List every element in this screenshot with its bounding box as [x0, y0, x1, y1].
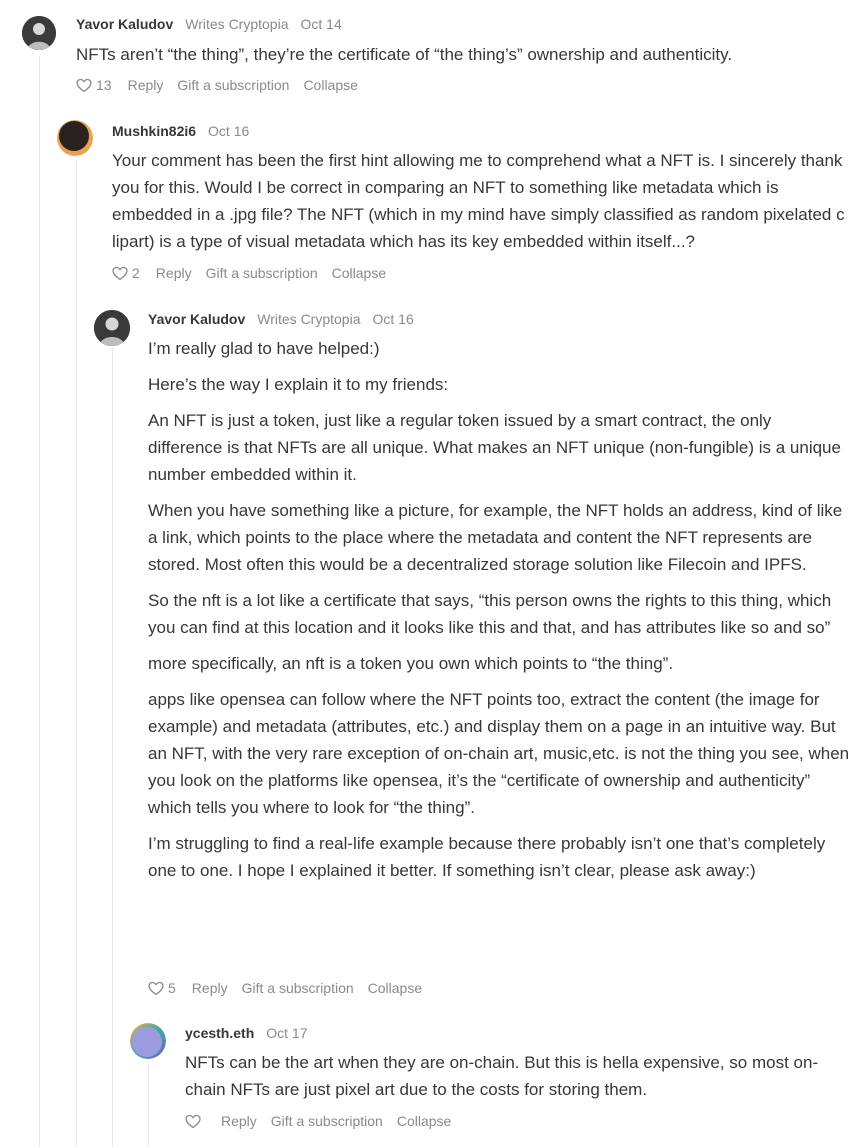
- gift-subscription-button[interactable]: Gift a subscription: [177, 77, 289, 93]
- comment-actions: 13 Reply Gift a subscription Collapse: [76, 77, 372, 93]
- like-button[interactable]: 2: [112, 265, 140, 281]
- like-count: 2: [132, 265, 140, 281]
- gift-subscription-button[interactable]: Gift a subscription: [206, 265, 318, 281]
- heart-icon: [76, 78, 92, 92]
- like-count: 5: [168, 980, 176, 996]
- comment-paragraph: I’m struggling to find a real-life examp…: [148, 834, 826, 880]
- heart-icon: [112, 266, 128, 280]
- comment-paragraph: Here’s the way I explain it to my friend…: [148, 375, 449, 394]
- avatar[interactable]: [57, 120, 93, 156]
- comment-paragraph: NFTs aren’t “the thing”, they’re the cer…: [76, 45, 733, 64]
- reply-button[interactable]: Reply: [192, 980, 228, 996]
- comment-date[interactable]: Oct 16: [208, 123, 249, 139]
- comment-paragraph: NFTs can be the art when they are on-cha…: [185, 1053, 819, 1099]
- comment-body: NFTs aren’t “the thing”, they’re the cer…: [76, 41, 856, 77]
- author-publication[interactable]: Writes Cryptopia: [185, 16, 288, 32]
- comment-actions: Reply Gift a subscription Collapse: [185, 1113, 465, 1129]
- author-name[interactable]: Yavor Kaludov: [76, 16, 173, 32]
- avatar[interactable]: [130, 1023, 166, 1059]
- collapse-button[interactable]: Collapse: [303, 77, 357, 93]
- like-button[interactable]: 5: [148, 980, 176, 996]
- collapse-button[interactable]: Collapse: [332, 265, 386, 281]
- comment-paragraph: Your comment has been the first hint all…: [112, 151, 845, 251]
- author-name[interactable]: Mushkin82i6: [112, 123, 196, 139]
- person-avatar-icon: [22, 16, 56, 50]
- comment-date[interactable]: Oct 17: [266, 1025, 307, 1041]
- purple-gradient-avatar-icon: [130, 1023, 166, 1059]
- gift-subscription-button[interactable]: Gift a subscription: [271, 1113, 383, 1129]
- thread-line: [112, 348, 113, 1147]
- collapse-button[interactable]: Collapse: [397, 1113, 451, 1129]
- person-avatar-icon: [94, 310, 130, 346]
- reply-button[interactable]: Reply: [156, 265, 192, 281]
- comment-actions: 5 Reply Gift a subscription Collapse: [148, 980, 436, 996]
- like-button[interactable]: [185, 1114, 205, 1129]
- author-name[interactable]: Yavor Kaludov: [148, 311, 245, 327]
- like-button[interactable]: 13: [76, 77, 112, 93]
- thread-line: [39, 56, 40, 1147]
- comment-date[interactable]: Oct 16: [372, 311, 413, 327]
- author-name[interactable]: ycesth.eth: [185, 1025, 254, 1041]
- gift-subscription-button[interactable]: Gift a subscription: [242, 980, 354, 996]
- avatar[interactable]: [22, 16, 56, 50]
- heart-icon: [185, 1114, 201, 1128]
- comment-paragraph: apps like opensea can follow where the N…: [148, 690, 850, 817]
- thread-line: [76, 160, 77, 1147]
- reply-button[interactable]: Reply: [128, 77, 164, 93]
- thread-line: [148, 1062, 149, 1147]
- like-count: 13: [96, 77, 112, 93]
- heart-icon: [148, 981, 164, 995]
- comment-body: I’m really glad to have helped:) Here’s …: [148, 335, 850, 893]
- comment-paragraph: When you have something like a picture, …: [148, 501, 843, 574]
- reply-button[interactable]: Reply: [221, 1113, 257, 1129]
- comment-body: Your comment has been the first hint all…: [112, 147, 860, 264]
- avatar[interactable]: [94, 310, 130, 346]
- comment-paragraph: So the nft is a lot like a certificate t…: [148, 591, 832, 637]
- comment-actions: 2 Reply Gift a subscription Collapse: [112, 265, 400, 281]
- comment-paragraph: I’m really glad to have helped:): [148, 339, 380, 358]
- author-publication[interactable]: Writes Cryptopia: [257, 311, 360, 327]
- comment-body: NFTs can be the art when they are on-cha…: [185, 1049, 845, 1112]
- comment-date[interactable]: Oct 14: [300, 16, 341, 32]
- dark-orange-avatar-icon: [57, 120, 93, 156]
- comment-paragraph: more specifically, an nft is a token you…: [148, 654, 674, 673]
- comment-paragraph: An NFT is just a token, just like a regu…: [148, 411, 841, 484]
- collapse-button[interactable]: Collapse: [368, 980, 422, 996]
